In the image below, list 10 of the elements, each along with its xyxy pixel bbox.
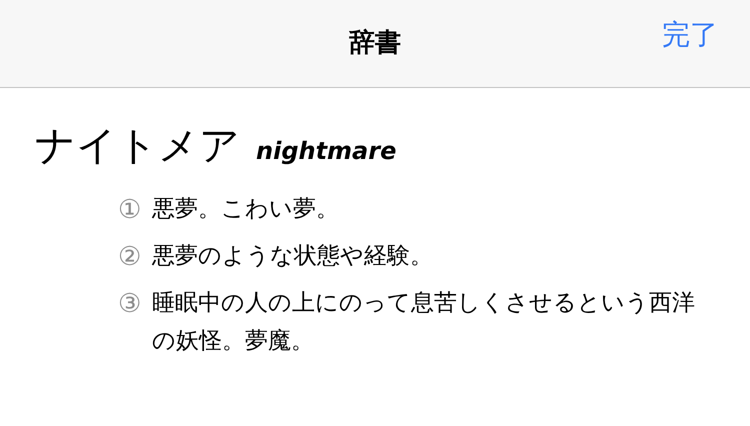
sense-definition: 睡眠中の人の上にのって息苦しくさせるという西洋の妖怪。夢魔。	[152, 289, 696, 356]
done-button[interactable]: 完了	[662, 14, 718, 56]
english-word: nightmare	[256, 136, 396, 167]
sense-definition: 悪夢。こわい夢。	[152, 195, 339, 224]
sense-number: ③	[118, 288, 142, 321]
sense-number: ②	[118, 241, 142, 274]
sense-number: ①	[118, 194, 142, 227]
sense-definition: 悪夢のような状態や経験。	[152, 242, 433, 271]
headword: ナイトメア	[35, 126, 240, 166]
nav-title: 辞書	[349, 27, 401, 60]
